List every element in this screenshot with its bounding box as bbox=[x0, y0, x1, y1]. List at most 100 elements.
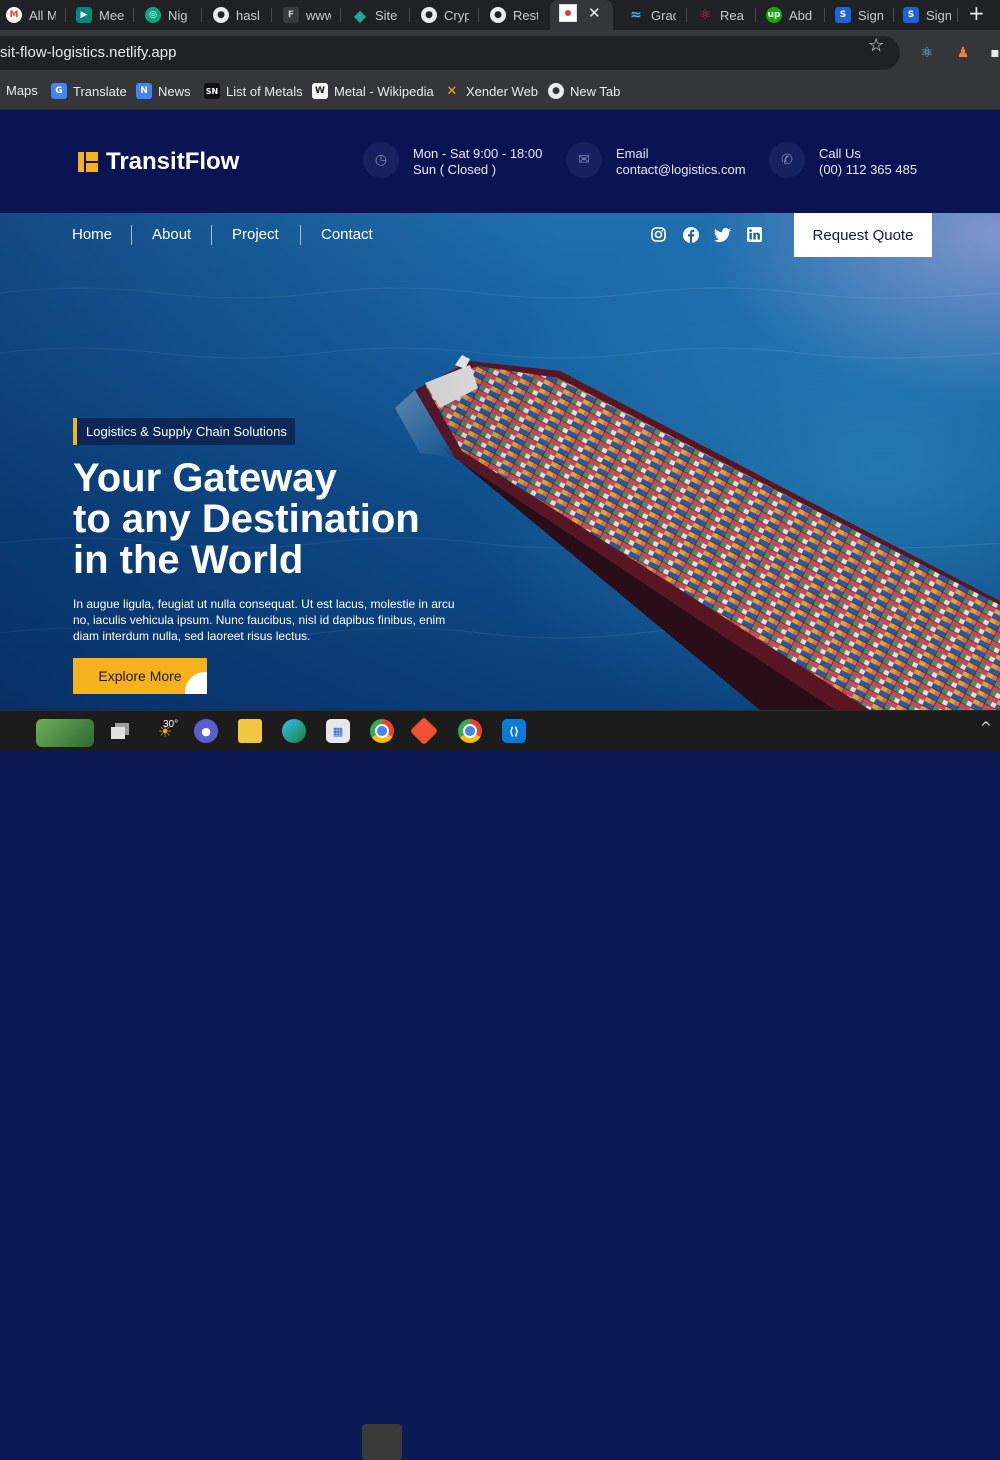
tab-figma[interactable]: F www bbox=[283, 0, 331, 30]
phone-label: Call Us bbox=[819, 146, 861, 161]
bookmark-label: News bbox=[158, 83, 191, 99]
email-value[interactable]: contact@logistics.com bbox=[616, 162, 746, 178]
news-icon: N bbox=[136, 83, 152, 99]
explore-more-label: Explore More bbox=[98, 668, 182, 684]
bookmark-metal-wikipedia[interactable]: W Metal - Wikipedia bbox=[312, 83, 434, 99]
address-bar[interactable]: sit-flow-logistics.netlify.app bbox=[0, 36, 900, 70]
sn-icon: SN bbox=[204, 83, 220, 99]
weather-temp: 30° bbox=[163, 719, 179, 730]
facebook-icon[interactable] bbox=[682, 226, 699, 243]
react-devtools-icon[interactable]: ⚛ bbox=[918, 44, 936, 62]
app-icon: S bbox=[903, 7, 919, 23]
nav-contact[interactable]: Contact bbox=[321, 226, 373, 243]
tab-upwork[interactable]: up Abd bbox=[766, 0, 814, 30]
translate-icon: G bbox=[51, 83, 67, 99]
hours-line-2: Sun ( Closed ) bbox=[413, 162, 497, 177]
site-header: TransitFlow ◷ Mon - Sat 9:00 - 18:00 Sun… bbox=[0, 110, 1000, 213]
close-tab-icon[interactable]: ✕ bbox=[588, 4, 601, 22]
tab-label: hasl bbox=[236, 7, 260, 23]
logo-icon bbox=[78, 152, 98, 172]
bookmark-list-of-metals[interactable]: SN List of Metals bbox=[204, 83, 303, 99]
widgets-icon[interactable] bbox=[36, 719, 94, 747]
brand-name: TransitFlow bbox=[106, 148, 240, 175]
tab-gmail[interactable]: M All M bbox=[6, 0, 56, 30]
url-text[interactable]: sit-flow-logistics.netlify.app bbox=[0, 44, 176, 61]
git-icon[interactable] bbox=[409, 716, 439, 746]
email-label: Email bbox=[616, 146, 649, 161]
tab-label: Sign bbox=[858, 7, 883, 23]
linkedin-icon[interactable] bbox=[746, 226, 763, 243]
bookmark-news[interactable]: N News bbox=[136, 83, 191, 99]
chrome-icon[interactable] bbox=[370, 719, 394, 743]
tab-label: Rest bbox=[513, 7, 538, 23]
tab-cryp[interactable]: ● Cryp bbox=[421, 0, 469, 30]
tailwind-icon: ≈ bbox=[630, 7, 642, 23]
vscode-icon[interactable]: ⟨⟩ bbox=[502, 719, 526, 743]
browser-toolbar: sit-flow-logistics.netlify.app ☆ ⚛ ♟ ▪ bbox=[0, 30, 1000, 75]
hero-title-line: in the World bbox=[73, 538, 304, 582]
request-quote-button[interactable]: Request Quote bbox=[794, 213, 932, 257]
bookmark-xender-web[interactable]: ✕ Xender Web bbox=[444, 83, 538, 99]
tab-label: All M bbox=[29, 7, 56, 23]
tab-meet[interactable]: ▶ Mee bbox=[76, 0, 124, 30]
phone-value[interactable]: (00) 112 365 485 bbox=[819, 162, 917, 178]
tab-react[interactable]: ⚛ Rea bbox=[697, 0, 745, 30]
nav-home[interactable]: Home bbox=[72, 226, 112, 243]
bookmark-new-tab[interactable]: ● New Tab bbox=[548, 83, 620, 99]
bookmark-label: List of Metals bbox=[226, 83, 303, 99]
tray-chevron-icon[interactable]: ^ bbox=[980, 720, 992, 736]
store-icon[interactable]: ▦ bbox=[326, 719, 350, 743]
task-view-icon[interactable] bbox=[108, 719, 132, 743]
twitter-icon[interactable] bbox=[714, 226, 731, 243]
mail-icon: ✉ bbox=[566, 142, 602, 178]
tab-netlify[interactable]: ◆ Site bbox=[352, 0, 400, 30]
react-icon: ⚛ bbox=[698, 7, 712, 23]
hero-title-line: to any Destination bbox=[73, 497, 420, 541]
chat-icon[interactable]: ● bbox=[194, 719, 218, 743]
tab-hasl[interactable]: ● hasl bbox=[213, 0, 261, 30]
meet-icon: ▶ bbox=[76, 7, 92, 23]
bookmark-maps[interactable]: Maps bbox=[6, 83, 38, 98]
hero-description: In augue ligula, feugiat ut nulla conseq… bbox=[73, 597, 455, 643]
tab-tailwind[interactable]: ≈ Grac bbox=[628, 0, 676, 30]
tab-chatgpt[interactable]: ◎ Nig bbox=[145, 0, 193, 30]
tab-label: www bbox=[306, 7, 331, 23]
upwork-icon: up bbox=[766, 7, 782, 23]
hero-section: Home About Project Contact Request Quote… bbox=[0, 213, 1000, 710]
file-explorer-icon[interactable] bbox=[238, 719, 262, 743]
netlify-icon: ◆ bbox=[353, 5, 367, 25]
globe-icon: ● bbox=[490, 7, 506, 23]
bookmark-star-icon[interactable]: ☆ bbox=[868, 35, 884, 56]
hours-line-1: Mon - Sat 9:00 - 18:00 bbox=[413, 146, 543, 161]
xender-icon: ✕ bbox=[446, 83, 458, 99]
main-nav: Home About Project Contact Request Quote bbox=[0, 213, 1000, 257]
windows-taskbar: ☀ 30° ● ▦ ⟨⟩ ^ bbox=[0, 710, 1000, 1460]
extension-icon[interactable]: ♟ bbox=[954, 44, 972, 62]
extensions-puzzle-icon[interactable]: ▪ bbox=[986, 44, 1000, 62]
phone-icon: ✆ bbox=[769, 142, 805, 178]
brand-logo[interactable]: TransitFlow bbox=[78, 148, 239, 176]
gmail-icon: M bbox=[6, 7, 22, 23]
hero-badge: Logistics & Supply Chain Solutions bbox=[73, 418, 295, 445]
tab-label: Site bbox=[375, 7, 398, 23]
chrome-profile-icon[interactable] bbox=[458, 719, 482, 743]
globe-icon: ● bbox=[548, 83, 564, 99]
edge-icon[interactable] bbox=[282, 719, 306, 743]
nav-about[interactable]: About bbox=[152, 226, 191, 243]
tab-label: Nig bbox=[168, 7, 188, 23]
explore-more-button[interactable]: Explore More bbox=[73, 658, 207, 694]
tab-sign-1[interactable]: S Sign bbox=[835, 0, 883, 30]
hero-title-line: Your Gateway bbox=[73, 456, 337, 500]
nav-project[interactable]: Project bbox=[232, 226, 279, 243]
new-tab-button[interactable]: + bbox=[968, 1, 985, 25]
site-favicon-icon bbox=[559, 4, 577, 22]
tab-sign-2[interactable]: S Sign bbox=[903, 0, 951, 30]
tab-rest[interactable]: ● Rest bbox=[490, 0, 538, 30]
phone-info: ✆ Call Us (00) 112 365 485 bbox=[769, 142, 917, 178]
instagram-icon[interactable] bbox=[650, 226, 667, 243]
tab-label: Grac bbox=[651, 7, 676, 23]
wikipedia-icon: W bbox=[312, 83, 328, 99]
bookmark-label: Translate bbox=[73, 83, 127, 99]
bookmark-translate[interactable]: G Translate bbox=[51, 83, 127, 99]
clock-icon: ◷ bbox=[363, 142, 399, 178]
